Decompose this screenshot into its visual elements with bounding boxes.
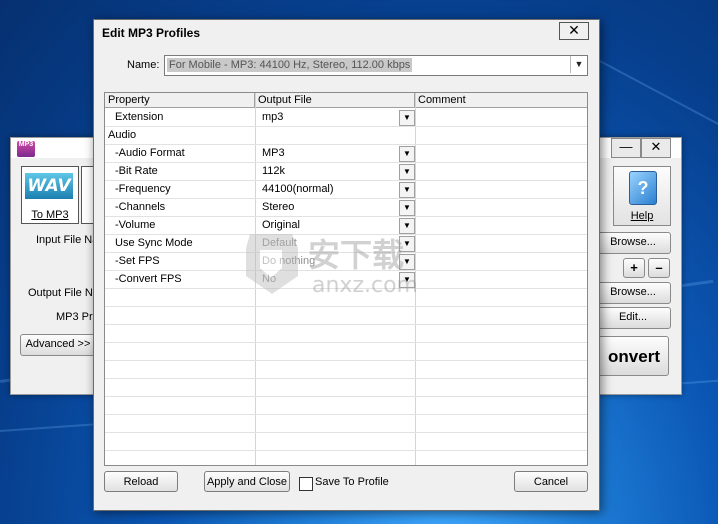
value-cell[interactable]: Stereo [262, 199, 294, 216]
browse-input-button[interactable]: Browse... [595, 232, 671, 254]
close-button[interactable]: ✕ [641, 138, 671, 158]
property-grid: Property Output File Comment Extension mp… [104, 92, 588, 466]
advanced-button[interactable]: Advanced >> [20, 334, 96, 356]
value-cell: Default [262, 237, 297, 249]
table-row[interactable]: -Frequency 44100(normal) ▼ [105, 181, 587, 199]
profile-name-combobox[interactable]: For Mobile - MP3: 44100 Hz, Stereo, 112.… [164, 55, 588, 76]
value-cell[interactable]: MP3 [262, 145, 285, 162]
reload-button[interactable]: Reload [104, 471, 178, 492]
convert-button[interactable]: onvert [595, 336, 669, 376]
empty-row [105, 307, 587, 325]
browse-output-button[interactable]: Browse... [595, 282, 671, 304]
chevron-down-icon[interactable]: ▼ [399, 218, 415, 234]
to-mp3-label: To MP3 [31, 209, 69, 221]
property-cell: -Bit Rate [115, 165, 158, 177]
save-to-profile-checkbox[interactable] [299, 477, 313, 491]
empty-row [105, 325, 587, 343]
help-book-icon: ? [629, 171, 657, 205]
property-cell: Use Sync Mode [115, 237, 193, 249]
help-label: Help [630, 210, 654, 222]
save-to-profile-label[interactable]: Save To Profile [315, 476, 389, 488]
remove-profile-button[interactable]: – [648, 258, 670, 278]
value-cell: Do nothing [262, 255, 316, 267]
input-file-label: Input File Na [36, 234, 99, 246]
value-cell[interactable]: 44100(normal) [262, 181, 334, 198]
table-row[interactable]: -Convert FPS No ▼ [105, 271, 587, 289]
table-row[interactable]: Extension mp3 ▼ [105, 109, 587, 127]
chevron-down-icon[interactable]: ▼ [399, 164, 415, 180]
empty-row [105, 361, 587, 379]
empty-row [105, 415, 587, 433]
property-cell: Audio [108, 129, 137, 141]
empty-row [105, 433, 587, 451]
cancel-button[interactable]: Cancel [514, 471, 588, 492]
help-button[interactable]: ? Help [613, 166, 671, 226]
empty-row [105, 397, 587, 415]
property-cell: -Convert FPS [115, 273, 182, 285]
table-row[interactable]: -Bit Rate 112k ▼ [105, 163, 587, 181]
chevron-down-icon[interactable]: ▼ [399, 146, 415, 162]
empty-row [105, 289, 587, 307]
property-cell: -Audio Format [115, 147, 185, 159]
column-header-comment[interactable]: Comment [415, 93, 587, 108]
table-row[interactable]: -Set FPS Do nothing ▼ [105, 253, 587, 271]
chevron-down-icon: ▼ [399, 272, 415, 288]
dialog-title: Edit MP3 Profiles [102, 26, 201, 40]
wav-logo-icon: WAV [25, 173, 73, 199]
chevron-down-icon[interactable]: ▼ [570, 56, 587, 73]
empty-row [105, 343, 587, 361]
value-cell[interactable]: Original [262, 217, 300, 234]
table-row[interactable]: -Audio Format MP3 ▼ [105, 145, 587, 163]
chevron-down-icon[interactable]: ▼ [399, 110, 415, 126]
property-cell: -Frequency [115, 183, 171, 195]
add-profile-button[interactable]: + [623, 258, 645, 278]
column-header-output-file[interactable]: Output File [255, 93, 415, 108]
apply-and-close-button[interactable]: Apply and Close [204, 471, 290, 492]
name-label: Name: [127, 59, 160, 71]
chevron-down-icon[interactable]: ▼ [399, 200, 415, 216]
edit-profile-button[interactable]: Edit... [595, 307, 671, 329]
output-file-label: Output File Na [28, 287, 99, 299]
value-cell[interactable]: mp3 [262, 109, 283, 126]
chevron-down-icon: ▼ [399, 236, 415, 252]
edit-mp3-profiles-dialog: Edit MP3 Profiles ✕ Name: For Mobile - M… [93, 19, 600, 511]
profile-name-value: For Mobile - MP3: 44100 Hz, Stereo, 112.… [167, 58, 413, 72]
chevron-down-icon: ▼ [399, 254, 415, 270]
minimize-button[interactable]: — [611, 138, 641, 158]
chevron-down-icon[interactable]: ▼ [399, 182, 415, 198]
table-row[interactable]: -Volume Original ▼ [105, 217, 587, 235]
column-header-property[interactable]: Property [105, 93, 255, 108]
table-row[interactable]: -Channels Stereo ▼ [105, 199, 587, 217]
property-cell: -Channels [115, 201, 166, 213]
property-cell: -Volume [115, 219, 156, 231]
dialog-close-button[interactable]: ✕ [559, 22, 589, 40]
property-cell: -Set FPS [115, 255, 160, 267]
app-icon: MP3 [17, 141, 35, 157]
property-cell: Extension [115, 111, 164, 123]
empty-row [105, 379, 587, 397]
value-cell[interactable]: 112k [262, 163, 285, 180]
to-mp3-button[interactable]: WAV To MP3 [21, 166, 79, 224]
value-cell: No [262, 273, 277, 285]
table-row[interactable]: Audio [105, 127, 587, 145]
table-row[interactable]: Use Sync Mode Default ▼ [105, 235, 587, 253]
